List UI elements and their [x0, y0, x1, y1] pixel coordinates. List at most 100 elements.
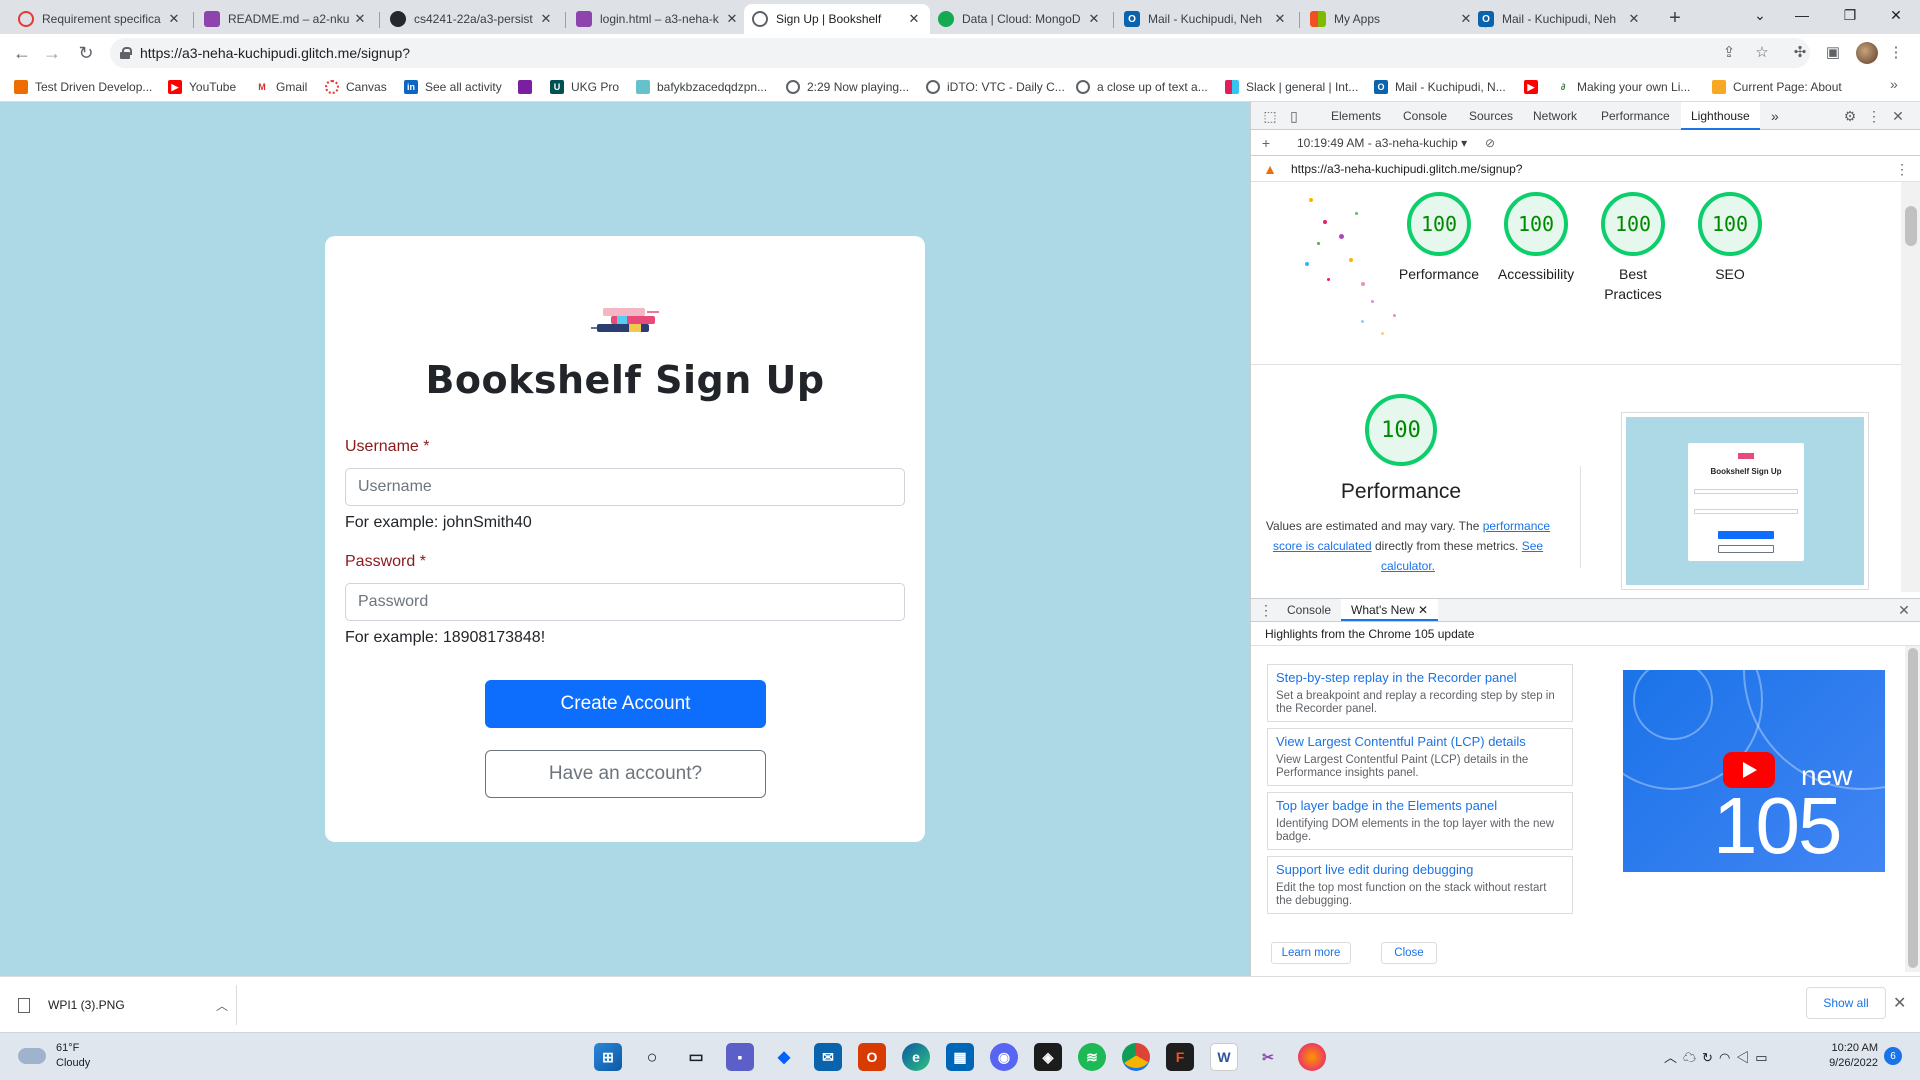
download-item[interactable]: WPI1 (3).PNG ︿ — [18, 993, 228, 1017]
browser-tab[interactable]: cs4241-22a/a3-persist ✕ — [382, 4, 562, 34]
star-icon[interactable]: ☆ — [1752, 43, 1772, 63]
whats-new-item[interactable]: Top layer badge in the Elements panel Id… — [1267, 792, 1573, 850]
chevron-up-icon[interactable]: ︿ — [216, 997, 228, 1014]
browser-tab[interactable]: README.md – a2-nku ✕ — [196, 4, 376, 34]
browser-tab[interactable]: O Mail - Kuchipudi, Neh ✕ — [1470, 4, 1650, 34]
menu-icon[interactable]: ⋮ — [1886, 43, 1906, 63]
close-icon[interactable]: ✕ — [1626, 11, 1642, 27]
forward-icon[interactable]: → — [40, 41, 64, 65]
bookmark-item[interactable]: bafykbzacedqdzpn... — [636, 78, 767, 96]
close-icon[interactable]: ✕ — [352, 11, 368, 27]
bookmark-item[interactable]: ▶ YouTube — [168, 78, 236, 96]
close-icon[interactable]: ✕ — [906, 11, 922, 27]
drawer-close-icon[interactable]: ✕ — [1895, 601, 1913, 619]
bookmark-item[interactable]: a close up of text a... — [1076, 78, 1208, 96]
extensions-icon[interactable]: ✣ — [1790, 43, 1810, 63]
tab-search-icon[interactable]: ⌄ — [1740, 4, 1780, 26]
whats-new-video[interactable]: new 105 — [1623, 670, 1885, 872]
restore-icon[interactable]: ❐ — [1830, 4, 1870, 26]
lock-icon[interactable] — [120, 47, 132, 59]
inspect-icon[interactable]: ⬚ — [1261, 107, 1279, 125]
browser-tab[interactable]: O Mail - Kuchipudi, Neh ✕ — [1116, 4, 1296, 34]
whats-new-item-title[interactable]: Step-by-step replay in the Recorder pane… — [1276, 670, 1564, 686]
more-options-icon[interactable]: ⋮ — [1865, 107, 1883, 125]
devtools-close-icon[interactable]: ✕ — [1889, 107, 1907, 125]
bookmark-item[interactable] — [518, 78, 539, 96]
new-tab-button[interactable]: + — [1662, 6, 1688, 32]
downloads-close-icon[interactable]: ✕ — [1893, 993, 1906, 1013]
close-icon[interactable]: ✕ — [1272, 11, 1288, 27]
avatar[interactable] — [1856, 42, 1878, 64]
bookmark-item[interactable]: Slack | general | Int... — [1225, 78, 1358, 96]
bookmark-item[interactable]: Test Driven Develop... — [14, 78, 152, 96]
tab-console[interactable]: Console — [1403, 102, 1447, 130]
close-button[interactable]: Close — [1381, 942, 1437, 964]
close-icon[interactable]: ✕ — [166, 11, 182, 27]
whats-new-item[interactable]: Step-by-step replay in the Recorder pane… — [1267, 664, 1573, 722]
browser-tab-active[interactable]: Sign Up | Bookshelf ✕ — [744, 4, 930, 34]
battery-icon[interactable]: ▭ — [1755, 1050, 1773, 1065]
whats-new-item[interactable]: View Largest Contentful Paint (LCP) deta… — [1267, 728, 1573, 786]
snipping-tool-icon[interactable]: ✂ — [1254, 1043, 1282, 1071]
browser-tab[interactable]: Data | Cloud: MongoD ✕ — [930, 4, 1110, 34]
report-menu-icon[interactable]: ⋮ — [1893, 160, 1911, 178]
tab-sources[interactable]: Sources — [1469, 102, 1513, 130]
sync-icon[interactable]: ↻ — [1702, 1050, 1719, 1065]
bookmark-item[interactable]: ∂ Making your own Li... — [1556, 78, 1690, 96]
url-text[interactable]: https://a3-neha-kuchipudi.glitch.me/sign… — [140, 45, 410, 61]
back-icon[interactable]: ← — [10, 41, 34, 65]
device-toolbar-icon[interactable]: ▯ — [1285, 107, 1303, 125]
scrollbar-thumb[interactable] — [1908, 648, 1918, 968]
minimize-icon[interactable]: — — [1782, 4, 1822, 26]
notification-badge[interactable]: 6 — [1884, 1047, 1902, 1065]
score-gauge-performance[interactable]: 100 Performance — [1389, 192, 1489, 284]
settings-gear-icon[interactable]: ⚙ — [1841, 107, 1859, 125]
firefox-icon[interactable] — [1298, 1043, 1326, 1071]
close-icon[interactable]: ✕ — [724, 11, 740, 27]
bookmark-item[interactable]: Current Page: About — [1712, 78, 1842, 96]
address-bar[interactable]: https://a3-neha-kuchipudi.glitch.me/sign… — [110, 38, 1810, 68]
add-report-icon[interactable]: + — [1257, 134, 1275, 152]
wifi-icon[interactable]: ◠ — [1719, 1050, 1736, 1065]
window-close-icon[interactable]: ✕ — [1876, 4, 1916, 26]
username-input[interactable]: Username — [345, 468, 905, 506]
search-icon[interactable]: ○ — [638, 1043, 666, 1071]
system-tray[interactable]: ︿☁↻◠◁▭ — [1664, 1047, 1774, 1066]
bookmark-item[interactable]: in See all activity — [404, 78, 502, 96]
bookmark-item[interactable]: 2:29 Now playing... — [786, 78, 909, 96]
bookmark-item[interactable]: U UKG Pro — [550, 78, 619, 96]
side-panel-icon[interactable]: ▣ — [1823, 43, 1843, 63]
figma-icon[interactable]: F — [1166, 1043, 1194, 1071]
password-input[interactable]: Password — [345, 583, 905, 621]
whats-new-item[interactable]: Support live edit during debugging Edit … — [1267, 856, 1573, 914]
teams-chat-icon[interactable]: ▪ — [726, 1043, 754, 1071]
whats-new-item-title[interactable]: Support live edit during debugging — [1276, 862, 1564, 878]
whats-new-item-title[interactable]: View Largest Contentful Paint (LCP) deta… — [1276, 734, 1564, 750]
tab-lighthouse[interactable]: Lighthouse — [1681, 102, 1760, 130]
create-account-button[interactable]: Create Account — [485, 680, 766, 728]
store-icon[interactable]: ▦ — [946, 1043, 974, 1071]
close-icon[interactable]: ✕ — [1418, 603, 1428, 617]
share-icon[interactable]: ⇪ — [1719, 43, 1739, 63]
browser-tab[interactable]: My Apps ✕ — [1302, 4, 1482, 34]
learn-more-button[interactable]: Learn more — [1271, 942, 1351, 964]
volume-icon[interactable]: ◁ — [1736, 1050, 1755, 1065]
score-gauge-seo[interactable]: 100 SEO — [1680, 192, 1780, 284]
have-account-button[interactable]: Have an account? — [485, 750, 766, 798]
dropbox-icon[interactable]: ◆ — [770, 1043, 798, 1071]
bookmark-item[interactable]: O Mail - Kuchipudi, N... — [1374, 78, 1506, 96]
weather-widget[interactable]: 61°F Cloudy — [18, 1041, 90, 1071]
chevron-up-icon[interactable]: ︿ — [1664, 1050, 1683, 1065]
show-all-button[interactable]: Show all — [1806, 987, 1886, 1019]
report-scrollbar[interactable] — [1901, 182, 1920, 592]
task-view-icon[interactable]: ▭ — [682, 1043, 710, 1071]
browser-tab[interactable]: Requirement specifica ✕ — [10, 4, 190, 34]
bookmark-item[interactable]: ▶ — [1524, 78, 1545, 96]
close-icon[interactable]: ✕ — [538, 11, 554, 27]
close-icon[interactable]: ✕ — [1086, 11, 1102, 27]
bookmark-item[interactable]: M Gmail — [255, 78, 307, 96]
whats-new-item-title[interactable]: Top layer badge in the Elements panel — [1276, 798, 1564, 814]
clock[interactable]: 10:20 AM 9/26/2022 — [1820, 1041, 1878, 1071]
score-gauge-best-practices[interactable]: 100 Best Practices — [1583, 192, 1683, 304]
reload-icon[interactable]: ↻ — [74, 41, 98, 65]
